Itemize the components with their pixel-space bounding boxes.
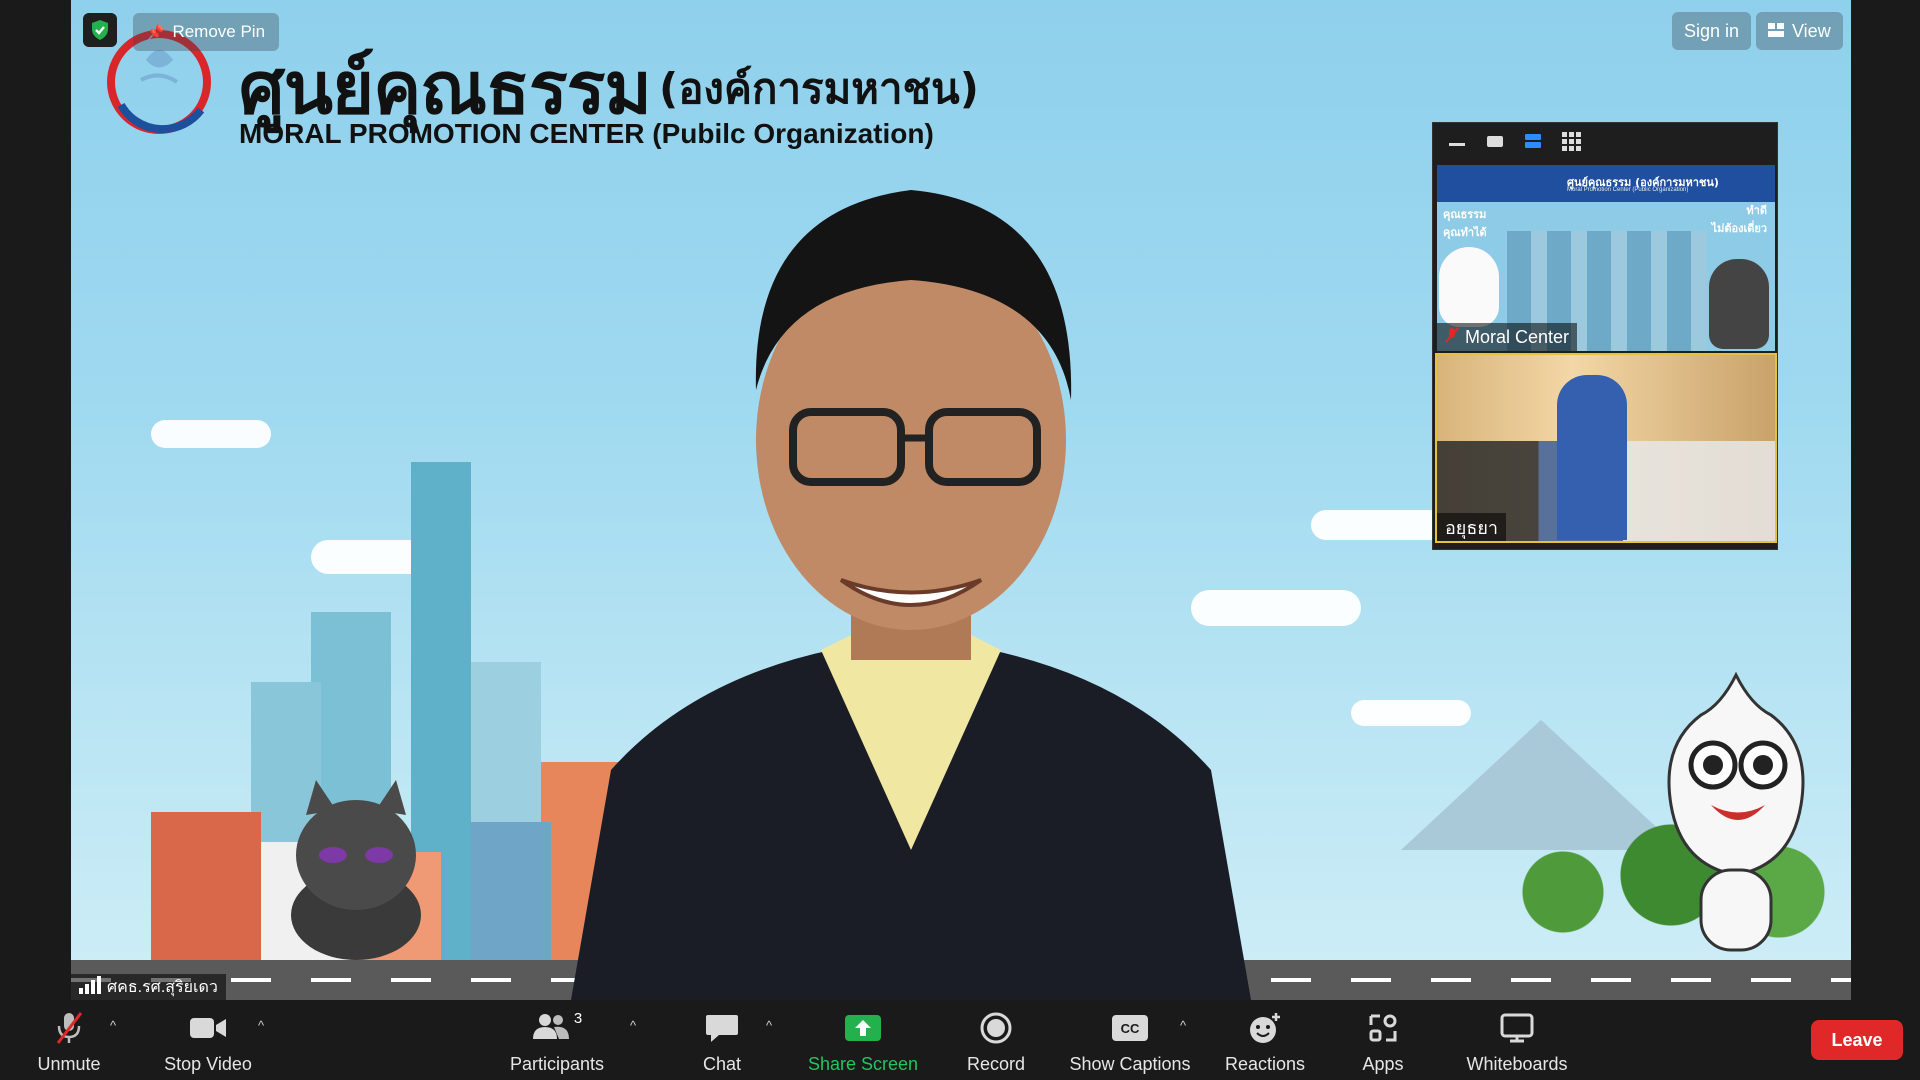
gallery-toolbar [1433,123,1777,163]
participant-name: Moral Center [1465,326,1570,347]
share-screen-button[interactable]: Share Screen [800,1000,926,1080]
tile-speaker-figure [1557,375,1627,540]
speaker-person [531,150,1291,1000]
participants-icon [532,1012,570,1045]
chat-bubble-icon [705,1010,739,1046]
remove-pin-label: Remove Pin [172,22,266,41]
hide-video-icon[interactable] [1485,131,1505,156]
tile-white-mascot [1439,247,1499,327]
reactions-label: Reactions [1224,1054,1306,1074]
leave-button[interactable]: Leave [1811,1020,1903,1060]
speaker-name: ศคธ.รศ.สุริยเดว [107,978,218,996]
reactions-smiley-icon [1248,1010,1282,1046]
participants-label: Participants [509,1054,605,1074]
show-captions-button[interactable]: CC Show Captions [1068,1000,1192,1080]
unmute-label: Unmute [37,1054,101,1074]
grid-view-icon [1768,21,1784,42]
share-screen-label: Share Screen [807,1054,919,1074]
video-options-caret[interactable]: ^ [258,1018,264,1033]
whiteboards-label: Whiteboards [1466,1054,1568,1074]
encryption-shield-icon[interactable] [83,13,117,47]
participants-button[interactable]: 3 Participants [500,1000,614,1080]
tile-left-text: คุณธรรม คุณทำได้ [1443,208,1487,239]
video-camera-icon [189,1010,227,1046]
tile-right-text: ทำดี ไม่ต้องเดี่ยว [1711,204,1767,235]
whiteboard-icon [1500,1010,1534,1046]
speaker-name-tag: ศคธ.รศ.สุริยเดว [71,974,226,1000]
meeting-toolbar: Unmute ^ Stop Video ^ 3 Participants ^ C… [0,1000,1920,1080]
chat-label: Chat [702,1054,742,1074]
view-label: View [1792,20,1831,41]
captions-options-caret[interactable]: ^ [1180,1018,1186,1033]
record-label: Record [966,1054,1026,1074]
minimize-icon[interactable] [1447,131,1467,156]
apps-label: Apps [1362,1054,1404,1074]
share-screen-icon [844,1010,882,1046]
record-icon [980,1010,1012,1046]
closed-captions-icon: CC [1111,1010,1149,1046]
cloud [1311,510,1451,540]
svg-text:CC: CC [1121,1021,1140,1036]
stack-view-icon[interactable] [1523,131,1543,156]
participant-tile-active-speaker[interactable]: อยุธยา [1435,353,1777,543]
org-title-thai-sub: (องค์การมหาชน) [659,64,979,113]
sign-in-button[interactable]: Sign in [1672,12,1752,50]
stop-video-button[interactable]: Stop Video [156,1000,260,1080]
signal-strength-icon [79,975,101,999]
remove-pin-button[interactable]: 📌 Remove Pin [133,13,280,51]
white-mascot [1641,665,1831,965]
chat-button[interactable]: Chat [690,1000,754,1080]
participant-name-tag: อยุธยา [1437,513,1506,541]
whiteboards-button[interactable]: Whiteboards [1460,1000,1574,1080]
participant-gallery-panel: ศูนย์คุณธรรม (องค์การมหาชน) Moral Promot… [1432,122,1778,550]
participants-icon-wrap: 3 [532,1010,582,1046]
tile-dark-mascot [1709,259,1769,349]
unmute-button[interactable]: Unmute [28,1000,110,1080]
org-title-english: MORAL PROMOTION CENTER (Pubilc Organizat… [239,118,934,149]
participants-count: 3 [573,1010,583,1027]
participants-options-caret[interactable]: ^ [630,1018,636,1033]
sign-in-label: Sign in [1684,20,1740,41]
tile-header-english: Moral Promotion Center (Public Organizat… [1567,187,1689,193]
mic-muted-icon [1445,326,1459,348]
apps-button[interactable]: Apps [1356,1000,1410,1080]
audio-options-caret[interactable]: ^ [110,1018,116,1033]
participant-name-tag: Moral Center [1437,323,1578,351]
view-button[interactable]: View [1756,12,1843,50]
show-captions-label: Show Captions [1069,1054,1191,1074]
dark-mascot [271,775,441,965]
mic-off-icon [54,1010,84,1046]
record-button[interactable]: Record [960,1000,1032,1080]
grid-view-small-icon[interactable] [1561,131,1581,156]
pin-icon: 📌 [147,23,165,40]
apps-icon [1368,1010,1398,1046]
participant-name: อยุธยา [1445,517,1498,538]
chat-options-caret[interactable]: ^ [766,1018,772,1033]
reactions-button[interactable]: Reactions [1222,1000,1308,1080]
participant-tile[interactable]: ศูนย์คุณธรรม (องค์การมหาชน) Moral Promot… [1437,165,1775,351]
stop-video-label: Stop Video [164,1054,252,1074]
